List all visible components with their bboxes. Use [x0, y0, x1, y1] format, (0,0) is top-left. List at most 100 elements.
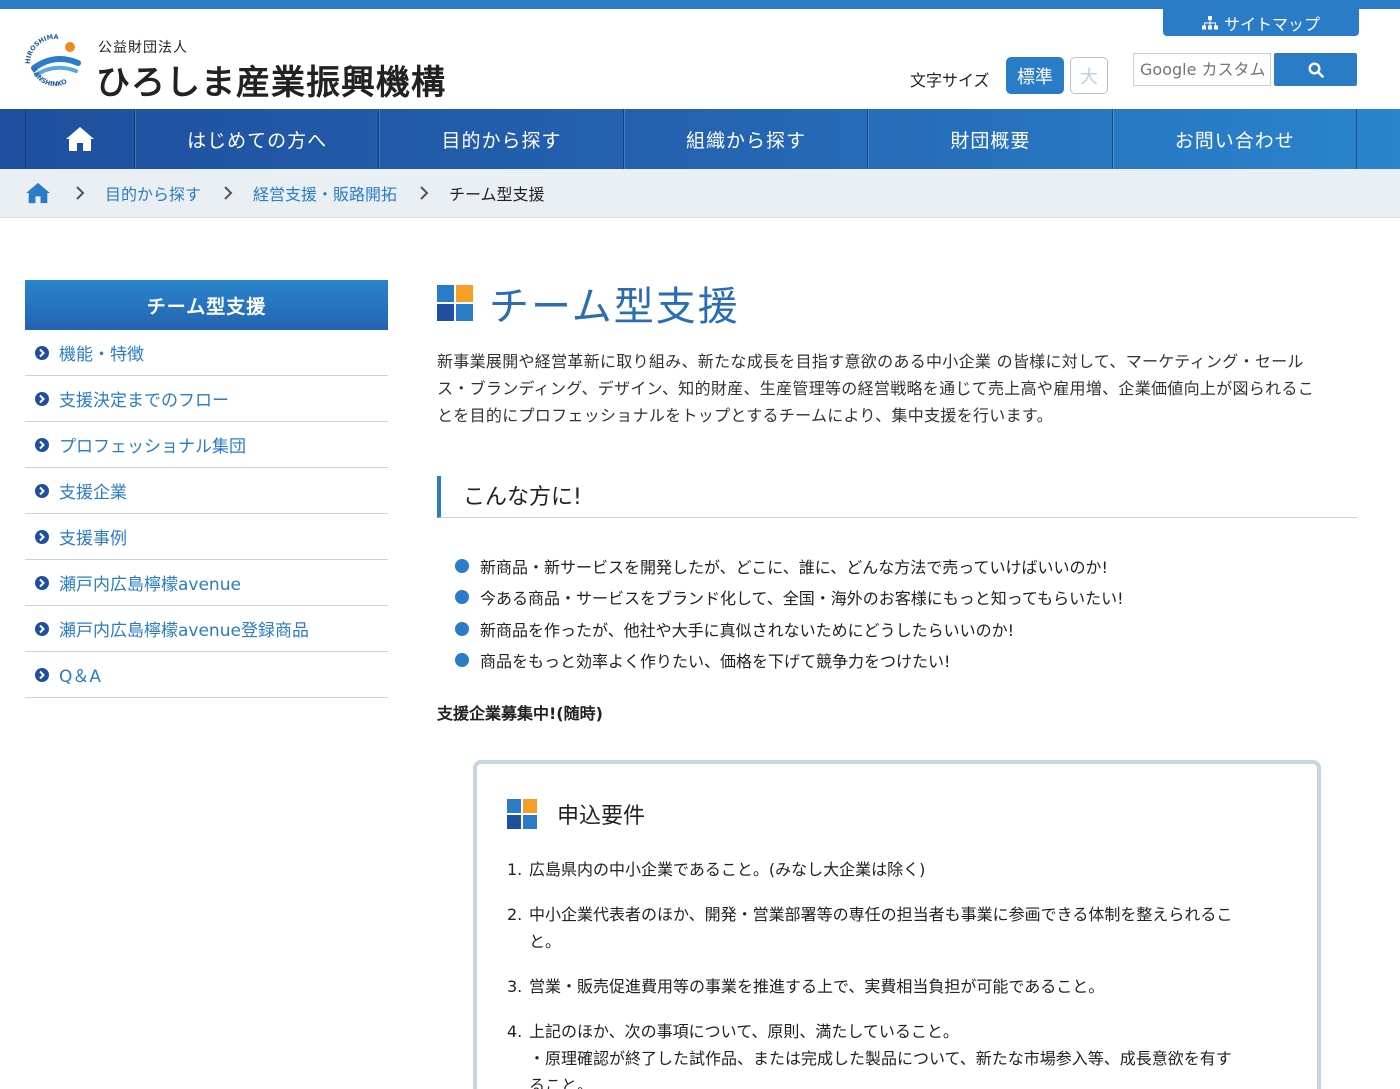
list-item-text: 今ある商品・サービスをブランド化して、全国・海外のお客様にもっと知ってもらいたい…	[480, 589, 1124, 609]
sitemap-icon	[1201, 15, 1218, 29]
sidebar-item-label: Q＆A	[59, 667, 102, 687]
arrow-circle-icon	[35, 529, 49, 544]
home-icon	[65, 127, 94, 151]
intro-text: 新事業展開や経営革新に取り組み、新たな成長を目指す意欲のある中小企業 の皆様に対…	[437, 348, 1357, 429]
section-heading: こんな方に!	[437, 476, 1357, 518]
logo-mark-icon: HIROSHIMA SANSHINKO	[24, 33, 84, 93]
requirements-list: 1. 広島県内の中小企業であること。(みなし大企業は除く) 2. 中小企業代表者…	[507, 856, 1287, 1089]
sitemap-link[interactable]: サイトマップ	[1163, 9, 1359, 36]
breadcrumb-by-purpose[interactable]: 目的から探す	[105, 181, 201, 205]
bullet-dot-icon	[455, 590, 469, 605]
intro-line: 新事業展開や経営革新に取り組み、新たな成長を目指す意欲のある中小企業 の皆様に対…	[437, 352, 1304, 371]
requirements-box: 申込要件 1. 広島県内の中小企業であること。(みなし大企業は除く) 2. 中小…	[473, 760, 1321, 1089]
sidebar-item-label: 瀬戸内広島檸檬avenue登録商品	[59, 621, 309, 641]
list-item-text: 上記のほか、次の事項について、原則、満たしていること。	[529, 1022, 959, 1041]
list-item-text: 新商品を作ったが、他社や大手に真似されないためにどうしたらいいのか!	[480, 620, 1015, 640]
page-title: チーム型支援	[437, 278, 740, 330]
list-item-text: ること。	[529, 1076, 594, 1089]
list-item-text: 広島県内の中小企業であること。(みなし大企業は除く)	[529, 860, 926, 879]
chevron-right-icon	[419, 186, 429, 200]
arrow-circle-icon	[35, 667, 49, 682]
search-button[interactable]	[1274, 53, 1357, 86]
bullet-dot-icon	[455, 621, 469, 636]
nav-contact[interactable]: お問い合わせ	[1112, 109, 1357, 169]
list-item: 今ある商品・サービスをブランド化して、全国・海外のお客様にもっと知ってもらいたい…	[455, 582, 1355, 614]
nav-home[interactable]	[25, 109, 135, 169]
list-item: 4. 上記のほか、次の事項について、原則、満たしていること。 ・原理確認が終了し…	[507, 1018, 1287, 1089]
sidebar-item-professionals[interactable]: プロフェッショナル集団	[25, 422, 388, 468]
list-item-text: 中小企業代表者のほか、開発・営業部署等の専任の担当者も事業に参画できる体制を整え…	[529, 905, 1233, 924]
breadcrumb: 目的から探す 経営支援・販路開拓 チーム型支援	[0, 169, 1400, 218]
site-logo[interactable]: HIROSHIMA SANSHINKO 公益財団法人 ひろしま産業振興機構	[24, 33, 474, 108]
list-item: 1. 広島県内の中小企業であること。(みなし大企業は除く)	[507, 856, 1287, 883]
font-size-standard-button[interactable]: 標準	[1006, 57, 1064, 94]
list-item: 3. 営業・販売促進費用等の事業を推進する上で、実費相当負担が可能であること。	[507, 973, 1287, 1000]
breadcrumb-management-support[interactable]: 経営支援・販路開拓	[253, 181, 397, 205]
list-item-text: と。	[529, 932, 562, 951]
sidebar-menu: 機能・特徴 支援決定までのフロー プロフェッショナル集団 支援企業 支援事例 瀬…	[25, 330, 388, 698]
list-number: 4.	[507, 1022, 523, 1041]
sidebar-item-faq[interactable]: Q＆A	[25, 652, 388, 698]
arrow-circle-icon	[35, 483, 49, 498]
sidebar-item-companies[interactable]: 支援企業	[25, 468, 388, 514]
intro-line: ス・ブランディング、デザイン、知的財産、生産管理等の経営戦略を通じて売上高や雇用…	[437, 379, 1315, 398]
list-item-text: 商品をもっと効率よく作りたい、価格を下げて競争力をつけたい!	[480, 652, 951, 672]
page-heading: チーム型支援	[489, 284, 740, 330]
requirements-title: 申込要件	[507, 798, 645, 830]
sitemap-label: サイトマップ	[1223, 14, 1320, 34]
list-number: 2.	[507, 905, 523, 924]
sidebar-title[interactable]: チーム型支援	[25, 280, 388, 330]
chevron-right-icon	[75, 186, 85, 200]
arrow-circle-icon	[35, 621, 49, 636]
list-item: 2. 中小企業代表者のほか、開発・営業部署等の専任の担当者も事業に参画できる体制…	[507, 901, 1287, 955]
nav-by-purpose[interactable]: 目的から探す	[379, 109, 624, 169]
sidebar-item-lemon-avenue[interactable]: 瀬戸内広島檸檬avenue	[25, 560, 388, 606]
list-item: 新商品・新サービスを開発したが、どこに、誰に、どんな方法で売っていけばいいのか!	[455, 550, 1355, 582]
sidebar-item-label: 支援企業	[59, 483, 127, 503]
arrow-circle-icon	[35, 391, 49, 406]
nav-first-time[interactable]: はじめての方へ	[134, 109, 380, 169]
nav-by-organization[interactable]: 組織から探す	[623, 109, 869, 169]
target-list: 新商品・新サービスを開発したが、どこに、誰に、どんな方法で売っていけばいいのか!…	[455, 550, 1355, 676]
font-size-large-button[interactable]: 大	[1070, 57, 1108, 94]
bullet-dot-icon	[455, 653, 469, 668]
global-nav: はじめての方へ 目的から探す 組織から探す 財団概要 お問い合わせ	[0, 109, 1400, 169]
list-item-text: ・原理確認が終了した試作品、または完成した製品について、新たな市場参入等、成長意…	[529, 1049, 1232, 1068]
sidebar-item-label: 瀬戸内広島檸檬avenue	[59, 575, 241, 595]
sidebar-item-features[interactable]: 機能・特徴	[25, 330, 388, 376]
requirements-heading: 申込要件	[557, 804, 646, 829]
chevron-right-icon	[223, 186, 233, 200]
sidebar-item-label: 支援決定までのフロー	[59, 391, 229, 411]
nav-about[interactable]: 財団概要	[868, 109, 1113, 169]
search-icon	[1307, 61, 1324, 78]
home-icon	[26, 182, 50, 204]
intro-line: とを目的にプロフェッショナルをトップとするチームにより、集中支援を行います。	[437, 406, 1053, 425]
top-accent-bar	[0, 0, 1400, 9]
sidebar-item-lemon-products[interactable]: 瀬戸内広島檸檬avenue登録商品	[25, 606, 388, 652]
title-squares-icon	[507, 799, 537, 829]
site-header: HIROSHIMA SANSHINKO 公益財団法人 ひろしま産業振興機構 サイ…	[0, 9, 1400, 109]
arrow-circle-icon	[35, 345, 49, 360]
arrow-circle-icon	[35, 437, 49, 452]
font-size-label: 文字サイズ	[910, 71, 990, 90]
org-name: ひろしま産業振興機構	[96, 63, 446, 103]
sidebar-item-label: 機能・特徴	[59, 345, 144, 365]
list-item-text: 新商品・新サービスを開発したが、どこに、誰に、どんな方法で売っていけばいいのか!	[480, 557, 1108, 577]
sidebar-item-cases[interactable]: 支援事例	[25, 514, 388, 560]
arrow-circle-icon	[35, 575, 49, 590]
title-squares-icon	[437, 285, 473, 321]
recruitment-notice: 支援企業募集中!(随時)	[437, 704, 603, 723]
sidebar-item-label: 支援事例	[59, 529, 127, 549]
search-input[interactable]	[1133, 53, 1271, 86]
list-item-text: 営業・販売促進費用等の事業を推進する上で、実費相当負担が可能であること。	[529, 977, 1105, 996]
list-item: 商品をもっと効率よく作りたい、価格を下げて競争力をつけたい!	[455, 645, 1355, 677]
list-number: 1.	[507, 860, 523, 879]
breadcrumb-home[interactable]	[25, 181, 53, 205]
breadcrumb-current: チーム型支援	[449, 185, 545, 204]
sidebar-item-label: プロフェッショナル集団	[59, 437, 246, 457]
list-number: 3.	[507, 977, 523, 996]
org-type: 公益財団法人	[98, 40, 188, 56]
bullet-dot-icon	[455, 558, 469, 573]
sidebar-item-flow[interactable]: 支援決定までのフロー	[25, 376, 388, 422]
list-item: 新商品を作ったが、他社や大手に真似されないためにどうしたらいいのか!	[455, 613, 1355, 645]
